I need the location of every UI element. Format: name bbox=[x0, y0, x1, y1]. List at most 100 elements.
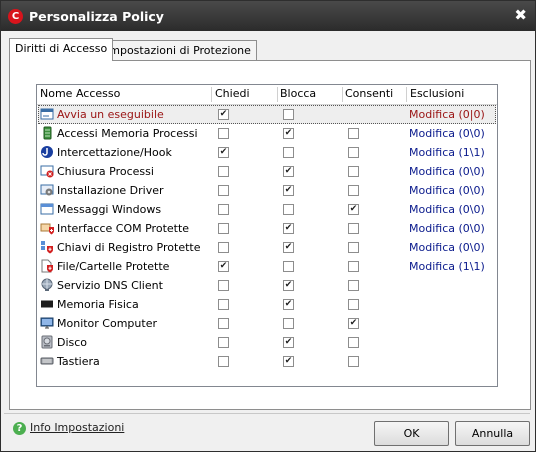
close-icon[interactable]: ✖ bbox=[514, 6, 527, 24]
column-divider[interactable] bbox=[277, 87, 278, 102]
ok-button[interactable]: OK bbox=[374, 421, 449, 446]
consenti-checkbox[interactable]: ✔ bbox=[348, 318, 359, 329]
column-header-blocca[interactable]: Blocca bbox=[280, 87, 316, 100]
consenti-checkbox[interactable]: ✔ bbox=[348, 204, 359, 215]
monitor-icon bbox=[40, 317, 54, 329]
blocca-checkbox[interactable]: ✔ bbox=[283, 337, 294, 348]
table-row[interactable]: Intercettazione/Hook ✔ Modifica (1\1) bbox=[38, 143, 496, 162]
consenti-checkbox[interactable] bbox=[348, 299, 359, 310]
chiedi-checkbox[interactable]: ✔ bbox=[218, 109, 229, 120]
annulla-button[interactable]: Annulla bbox=[455, 421, 530, 446]
column-header-consenti[interactable]: Consenti bbox=[345, 87, 393, 100]
tab-impostazioni-protezione[interactable]: Impostazioni di Protezione bbox=[100, 40, 257, 61]
access-name: File/Cartelle Protette bbox=[57, 260, 170, 273]
esclusioni-modifica-link[interactable]: Modifica (0\0) bbox=[409, 222, 485, 235]
table-row[interactable]: Memoria Fisica ✔ bbox=[38, 295, 496, 314]
title-bar[interactable]: C Personalizza Policy ✖ bbox=[1, 1, 535, 31]
esclusioni-modifica-link[interactable]: Modifica (1\1) bbox=[409, 146, 485, 159]
column-header-chiedi[interactable]: Chiedi bbox=[215, 87, 250, 100]
chiedi-checkbox[interactable] bbox=[218, 223, 229, 234]
disk-icon bbox=[41, 335, 53, 349]
table-row[interactable]: Chiavi di Registro Protette ✔ Modifica (0\… bbox=[38, 238, 496, 257]
table-row[interactable]: Avvia un eseguibile ✔ Modifica (0|0) bbox=[38, 105, 496, 124]
tab-diritti-accesso[interactable]: Diritti di Accesso bbox=[9, 38, 114, 61]
chiedi-checkbox[interactable] bbox=[218, 204, 229, 215]
consenti-checkbox[interactable] bbox=[348, 280, 359, 291]
table-row[interactable]: Chiusura Processi ✔ Modifica (0\0) bbox=[38, 162, 496, 181]
access-name: Tastiera bbox=[57, 355, 100, 368]
access-name: Chiavi di Registro Protette bbox=[57, 241, 201, 254]
table-header: Nome Accesso Chiedi Blocca Consenti Escl… bbox=[37, 85, 497, 105]
table-row[interactable]: Tastiera ✔ bbox=[38, 352, 496, 371]
access-name: Messaggi Windows bbox=[57, 203, 162, 216]
chiedi-checkbox[interactable] bbox=[218, 356, 229, 367]
blocca-checkbox[interactable]: ✔ bbox=[283, 280, 294, 291]
esclusioni-modifica-link[interactable]: Modifica (0\0) bbox=[409, 165, 485, 178]
access-name: Accessi Memoria Processi bbox=[57, 127, 198, 140]
chiedi-checkbox[interactable]: ✔ bbox=[218, 261, 229, 272]
blocca-checkbox[interactable]: ✔ bbox=[283, 223, 294, 234]
consenti-checkbox[interactable] bbox=[348, 242, 359, 253]
consenti-checkbox[interactable] bbox=[348, 147, 359, 158]
consenti-checkbox[interactable] bbox=[348, 185, 359, 196]
table-row[interactable]: Messaggi Windows ✔ Modifica (0\0) bbox=[38, 200, 496, 219]
access-rights-table: Nome Accesso Chiedi Blocca Consenti Escl… bbox=[36, 84, 498, 387]
column-header-esclusioni[interactable]: Esclusioni bbox=[410, 87, 464, 100]
blocca-checkbox[interactable] bbox=[283, 109, 294, 120]
column-divider[interactable] bbox=[342, 87, 343, 102]
blocca-checkbox[interactable]: ✔ bbox=[283, 128, 294, 139]
table-row[interactable]: Servizio DNS Client ✔ bbox=[38, 276, 496, 295]
esclusioni-modifica-link[interactable]: Modifica (0\0) bbox=[409, 127, 485, 140]
window-run-icon bbox=[40, 108, 54, 120]
consenti-checkbox[interactable] bbox=[348, 356, 359, 367]
blocca-checkbox[interactable]: ✔ bbox=[283, 299, 294, 310]
access-name: Disco bbox=[57, 336, 88, 349]
column-divider[interactable] bbox=[211, 87, 212, 102]
blocca-checkbox[interactable] bbox=[283, 318, 294, 329]
memory-process-icon bbox=[43, 126, 52, 140]
blocca-checkbox[interactable]: ✔ bbox=[283, 242, 294, 253]
consenti-checkbox[interactable] bbox=[348, 166, 359, 177]
chiedi-checkbox[interactable]: ✔ bbox=[218, 147, 229, 158]
blocca-checkbox[interactable]: ✔ bbox=[283, 185, 294, 196]
table-row[interactable]: Interfacce COM Protette ✔ Modifica (0\0) bbox=[38, 219, 496, 238]
windows-messages-icon bbox=[40, 203, 54, 215]
consenti-checkbox[interactable] bbox=[348, 261, 359, 272]
esclusioni-modifica-link[interactable]: Modifica (0|0) bbox=[409, 108, 485, 121]
access-name: Monitor Computer bbox=[57, 317, 157, 330]
esclusioni-modifica-link[interactable]: Modifica (0\0) bbox=[409, 203, 485, 216]
chiedi-checkbox[interactable] bbox=[218, 128, 229, 139]
table-row[interactable]: Accessi Memoria Processi ✔ Modifica (0\0) bbox=[38, 124, 496, 143]
table-row[interactable]: Monitor Computer ✔ bbox=[38, 314, 496, 333]
consenti-checkbox[interactable] bbox=[348, 128, 359, 139]
chiedi-checkbox[interactable] bbox=[218, 166, 229, 177]
column-divider[interactable] bbox=[406, 87, 407, 102]
consenti-checkbox[interactable] bbox=[348, 223, 359, 234]
help-icon[interactable]: ? bbox=[13, 422, 26, 435]
chiedi-checkbox[interactable] bbox=[218, 318, 229, 329]
access-name: Installazione Driver bbox=[57, 184, 164, 197]
chiedi-checkbox[interactable] bbox=[218, 280, 229, 291]
info-impostazioni-link[interactable]: Info Impostazioni bbox=[30, 421, 124, 434]
access-name: Servizio DNS Client bbox=[57, 279, 163, 292]
blocca-checkbox[interactable] bbox=[283, 204, 294, 215]
ram-chip-icon bbox=[41, 300, 53, 308]
chiedi-checkbox[interactable] bbox=[218, 337, 229, 348]
blocca-checkbox[interactable]: ✔ bbox=[283, 166, 294, 177]
blocca-checkbox[interactable]: ✔ bbox=[283, 356, 294, 367]
blocca-checkbox[interactable] bbox=[283, 147, 294, 158]
column-header-nome-accesso[interactable]: Nome Accesso bbox=[40, 87, 120, 100]
esclusioni-modifica-link[interactable]: Modifica (0\0) bbox=[409, 184, 485, 197]
chiedi-checkbox[interactable] bbox=[218, 185, 229, 196]
com-shield-icon bbox=[40, 223, 54, 235]
esclusioni-modifica-link[interactable]: Modifica (0\0) bbox=[409, 241, 485, 254]
consenti-checkbox[interactable] bbox=[348, 337, 359, 348]
table-row[interactable]: Installazione Driver ✔ Modifica (0\0) bbox=[38, 181, 496, 200]
esclusioni-modifica-link[interactable]: Modifica (1\1) bbox=[409, 260, 485, 273]
chiedi-checkbox[interactable] bbox=[218, 299, 229, 310]
access-name: Intercettazione/Hook bbox=[57, 146, 172, 159]
chiedi-checkbox[interactable] bbox=[218, 242, 229, 253]
table-row[interactable]: Disco ✔ bbox=[38, 333, 496, 352]
table-row[interactable]: File/Cartelle Protette ✔ Modifica (1\1) bbox=[38, 257, 496, 276]
blocca-checkbox[interactable] bbox=[283, 261, 294, 272]
